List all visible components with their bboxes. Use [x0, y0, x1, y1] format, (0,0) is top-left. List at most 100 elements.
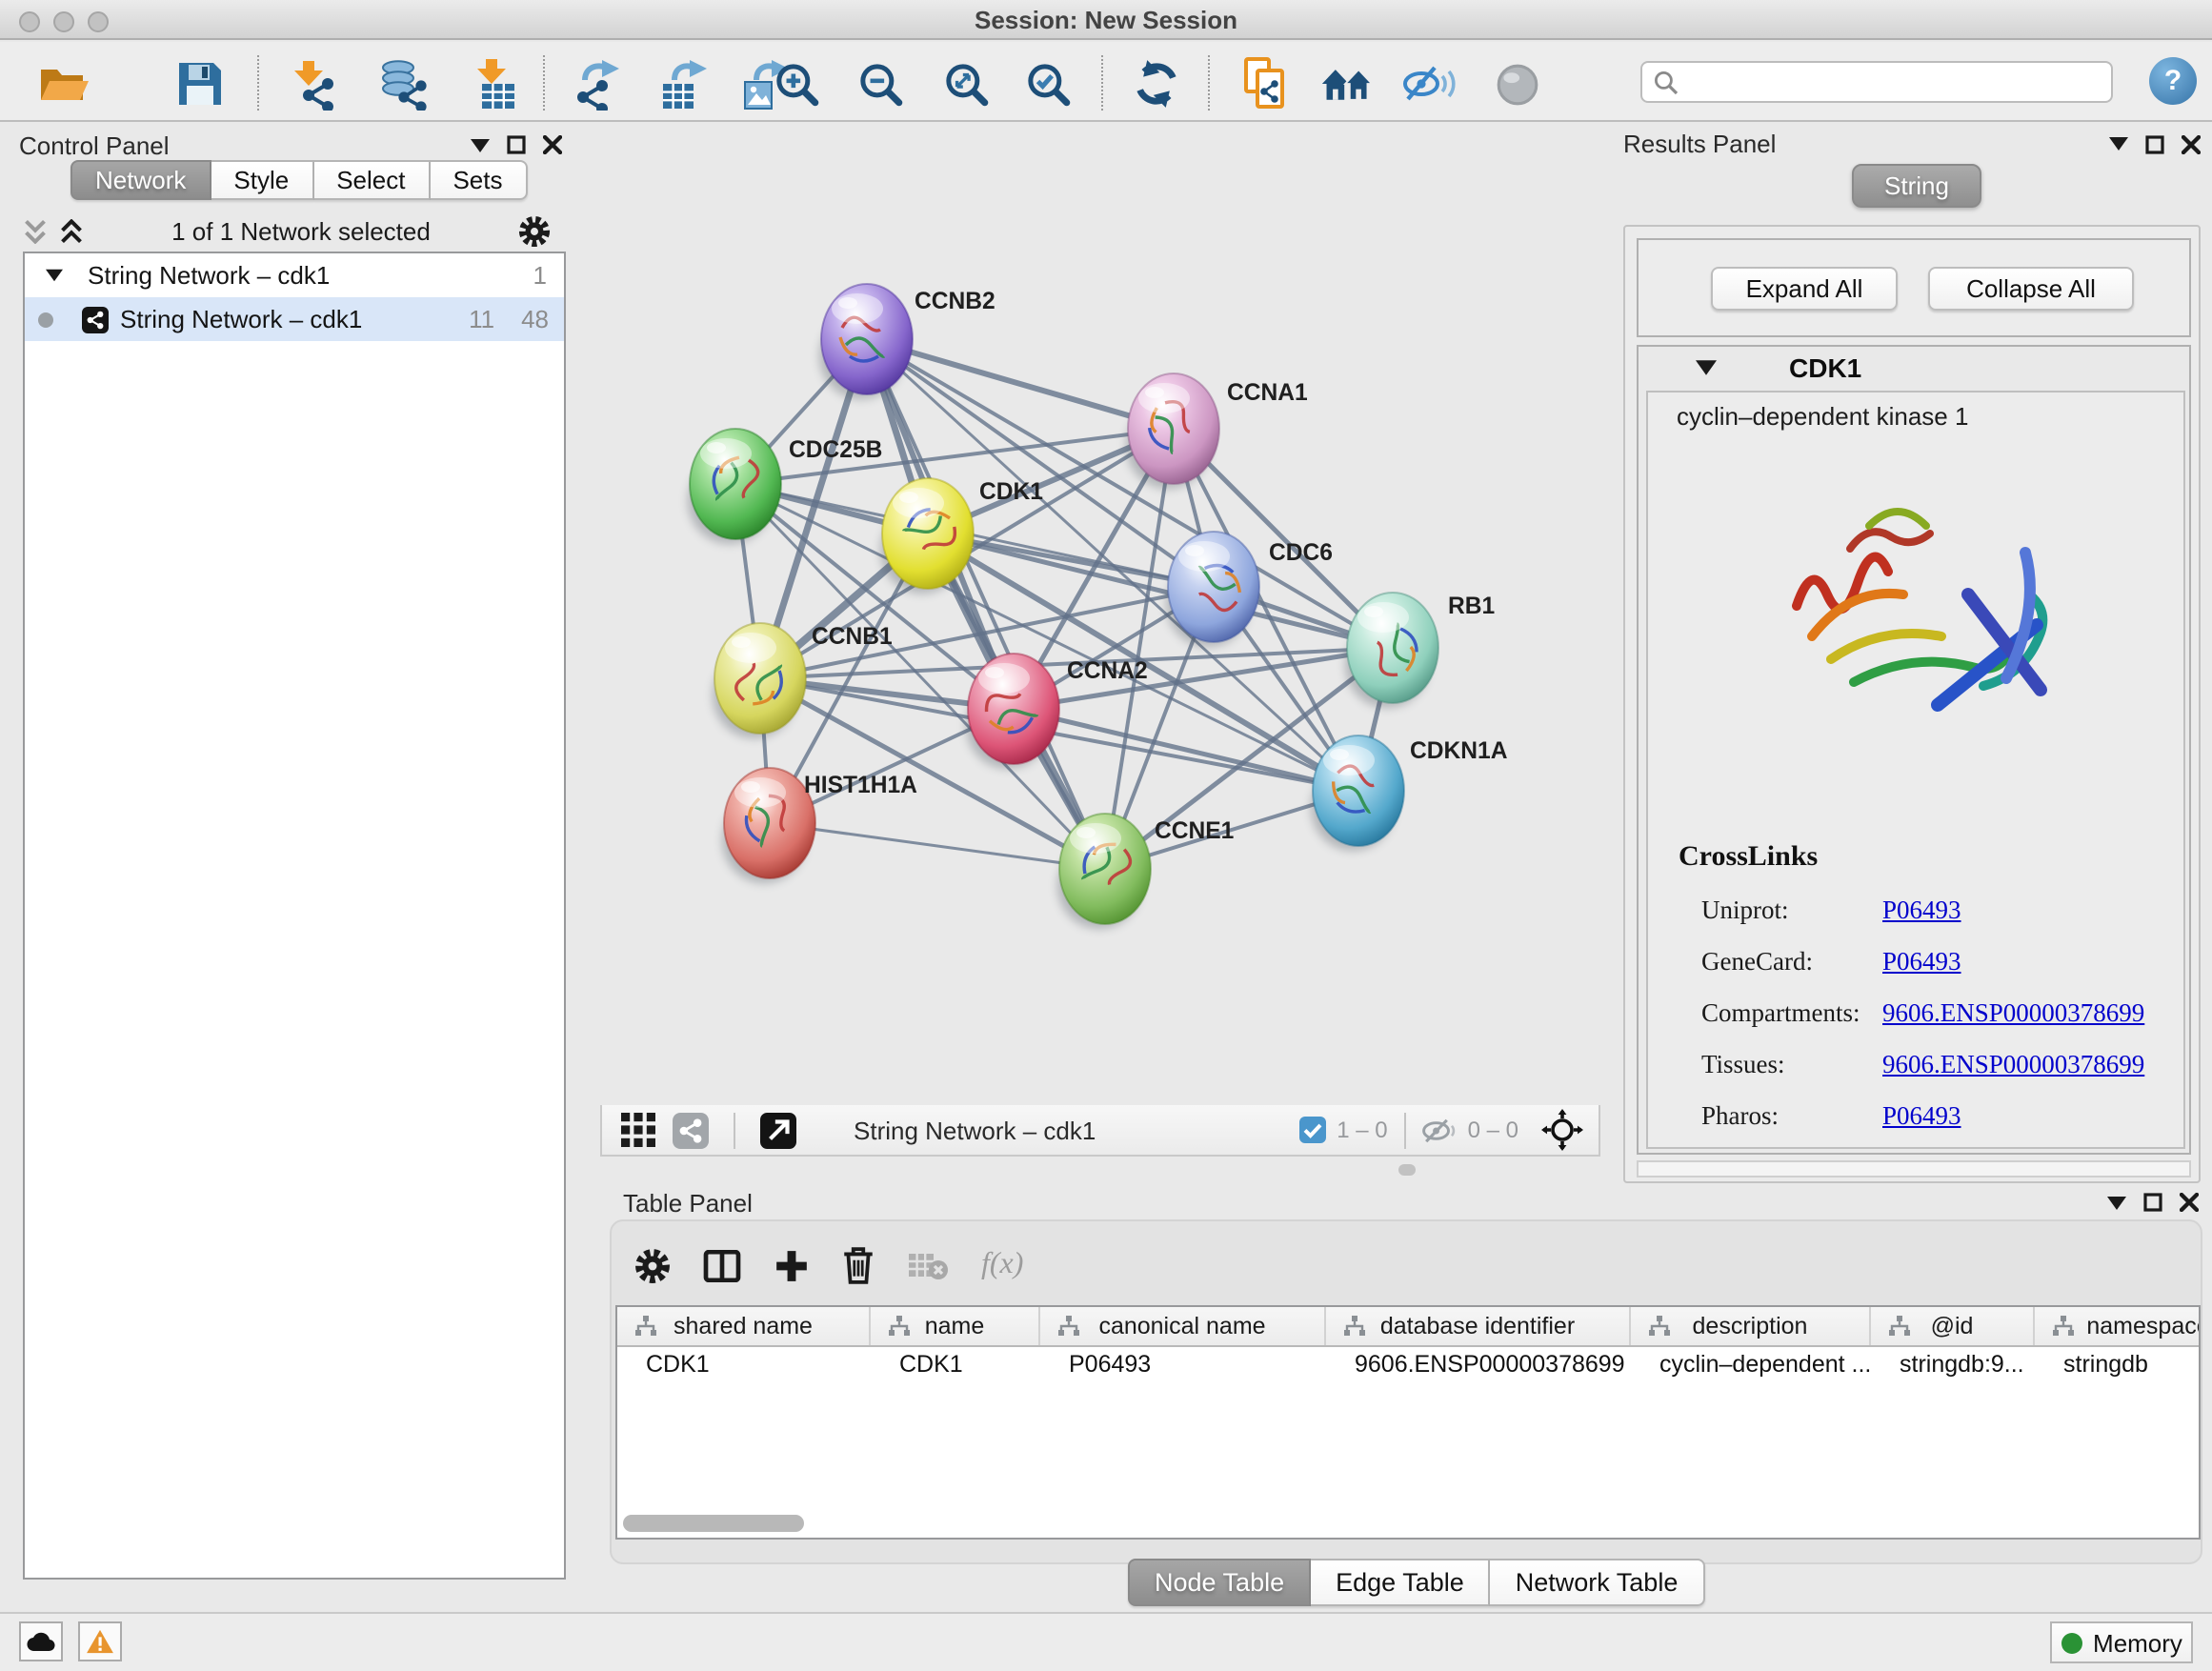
- crosslink-link[interactable]: 9606.ENSP00000378699: [1882, 997, 2144, 1028]
- table-cell[interactable]: 9606.ENSP00000378699: [1326, 1347, 1631, 1381]
- crosslinks-heading: CrossLinks: [1679, 842, 1818, 875]
- tab-sets[interactable]: Sets: [430, 160, 527, 200]
- panel-close-icon[interactable]: [2180, 1193, 2199, 1212]
- delete-table-icon[interactable]: [907, 1250, 949, 1280]
- save-session-button[interactable]: [173, 57, 227, 111]
- table-horizontal-scrollbar[interactable]: [623, 1515, 804, 1532]
- column-header--id[interactable]: @id: [1871, 1307, 2035, 1345]
- warnings-button[interactable]: [78, 1621, 122, 1661]
- tab-network-table[interactable]: Network Table: [1491, 1559, 1705, 1606]
- hidden-count-badge: 0 – 0: [1468, 1117, 1518, 1143]
- panel-close-icon[interactable]: [543, 135, 562, 154]
- table-cell[interactable]: stringdb: [2035, 1347, 2201, 1381]
- panel-maximize-icon[interactable]: [2143, 1193, 2162, 1212]
- apply-layout-button[interactable]: [1130, 57, 1183, 111]
- hide-graphics-details-button[interactable]: [1402, 57, 1456, 111]
- zoom-fit-button[interactable]: [939, 57, 993, 111]
- tab-network[interactable]: Network: [70, 160, 211, 200]
- crosslink-link[interactable]: P06493: [1882, 1100, 1961, 1131]
- panel-float-icon[interactable]: [471, 138, 490, 151]
- network-node-ccnb1[interactable]: [713, 623, 806, 738]
- network-canvas[interactable]: CCNB2CCNA1CDC25BCDK1CDC6RB1CCNB1CCNA2CDK…: [600, 124, 1600, 1105]
- network-view-share-icon[interactable]: [673, 1112, 709, 1148]
- network-node-ccnb2[interactable]: [819, 284, 913, 399]
- network-edge[interactable]: [770, 823, 1105, 869]
- table-row[interactable]: CDK1CDK1P064939606.ENSP00000378699cyclin…: [617, 1347, 2201, 1381]
- column-header-description[interactable]: description: [1631, 1307, 1871, 1345]
- string-home-button[interactable]: [1320, 57, 1374, 111]
- network-row[interactable]: String Network – cdk1 11 48: [25, 297, 564, 341]
- import-network-from-database-button[interactable]: [377, 57, 431, 111]
- open-session-button[interactable]: [36, 57, 90, 111]
- splitter-handle[interactable]: [1398, 1164, 1416, 1176]
- protein-entry-header[interactable]: CDK1: [1639, 347, 2189, 389]
- network-node-cdc25b[interactable]: [688, 429, 781, 544]
- clone-network-button[interactable]: [1238, 57, 1292, 111]
- manage-columns-icon[interactable]: [703, 1249, 741, 1281]
- network-edge[interactable]: [867, 339, 1174, 429]
- zoom-selected-button[interactable]: [1021, 57, 1075, 111]
- expand-all-tree-icon[interactable]: [59, 218, 84, 243]
- zoom-out-button[interactable]: [854, 57, 907, 111]
- protein-name: CDK1: [1789, 352, 1861, 383]
- table-cell[interactable]: CDK1: [871, 1347, 1040, 1381]
- selected-checkbox-icon[interactable]: [1298, 1117, 1325, 1143]
- crosslink-link[interactable]: 9606.ENSP00000378699: [1882, 1049, 2144, 1079]
- results-scrollbar-track[interactable]: [1637, 1160, 2191, 1178]
- panel-maximize-icon[interactable]: [2145, 134, 2164, 153]
- panel-float-icon[interactable]: [2109, 137, 2128, 151]
- collapse-all-tree-icon[interactable]: [23, 218, 48, 243]
- import-network-button[interactable]: [288, 57, 341, 111]
- add-column-icon[interactable]: [774, 1247, 810, 1283]
- export-table-button[interactable]: [657, 57, 711, 111]
- column-header-shared-name[interactable]: shared name: [617, 1307, 871, 1345]
- network-node-rb1[interactable]: [1345, 593, 1438, 708]
- panel-close-icon[interactable]: [2182, 134, 2201, 153]
- tree-expander-icon[interactable]: [46, 269, 63, 282]
- tab-node-table[interactable]: Node Table: [1128, 1559, 1311, 1606]
- tab-string[interactable]: String: [1852, 164, 1981, 208]
- detach-view-icon[interactable]: [760, 1112, 796, 1148]
- search-input[interactable]: [1686, 69, 2100, 95]
- network-node-ccna1[interactable]: [1126, 373, 1219, 489]
- table-cell[interactable]: P06493: [1040, 1347, 1326, 1381]
- import-table-button[interactable]: [467, 57, 520, 111]
- table-cell[interactable]: CDK1: [617, 1347, 871, 1381]
- panel-maximize-icon[interactable]: [507, 135, 526, 154]
- cloud-button[interactable]: [19, 1621, 63, 1661]
- tab-edge-table[interactable]: Edge Table: [1311, 1559, 1491, 1606]
- help-button[interactable]: ?: [2149, 57, 2197, 105]
- collapse-all-button[interactable]: Collapse All: [1928, 267, 2134, 311]
- table-cell[interactable]: cyclin–dependent ...: [1631, 1347, 1871, 1381]
- entry-expander-icon[interactable]: [1696, 360, 1717, 375]
- tab-select[interactable]: Select: [313, 160, 430, 200]
- trash-icon[interactable]: [842, 1246, 875, 1284]
- memory-button[interactable]: Memory: [2050, 1621, 2193, 1663]
- crosshair-icon[interactable]: [1541, 1109, 1583, 1151]
- column-header-name[interactable]: name: [871, 1307, 1040, 1345]
- grid-view-icon[interactable]: [619, 1111, 657, 1149]
- column-header-canonical-name[interactable]: canonical name: [1040, 1307, 1326, 1345]
- gear-icon[interactable]: [518, 214, 551, 247]
- tab-style[interactable]: Style: [211, 160, 313, 200]
- table-cell[interactable]: stringdb:9...: [1871, 1347, 2035, 1381]
- network-collection-row[interactable]: String Network – cdk1 1: [25, 253, 564, 297]
- expand-all-button[interactable]: Expand All: [1711, 267, 1898, 311]
- panel-float-icon[interactable]: [2107, 1196, 2126, 1209]
- crosslink-link[interactable]: P06493: [1882, 946, 1961, 976]
- function-builder-icon[interactable]: f(x): [981, 1248, 1023, 1282]
- column-header-namespace[interactable]: namespace: [2035, 1307, 2201, 1345]
- table-import-icon: [468, 58, 519, 110]
- export-network-button[interactable]: [572, 57, 625, 111]
- zoom-in-button[interactable]: [770, 57, 823, 111]
- hidden-eye-slash-icon[interactable]: [1422, 1116, 1458, 1144]
- column-header-database-identifier[interactable]: database identifier: [1326, 1307, 1631, 1345]
- network-node-cdkn1a[interactable]: [1311, 735, 1404, 851]
- column-type-icon: [888, 1315, 911, 1338]
- show-graphics-details-button[interactable]: [1490, 57, 1543, 111]
- search-field[interactable]: [1640, 61, 2113, 103]
- table-gear-icon[interactable]: [634, 1247, 671, 1283]
- network-node-ccne1[interactable]: [1057, 814, 1151, 929]
- network-node-hist1h1a[interactable]: [722, 768, 815, 883]
- crosslink-link[interactable]: P06493: [1882, 895, 1961, 925]
